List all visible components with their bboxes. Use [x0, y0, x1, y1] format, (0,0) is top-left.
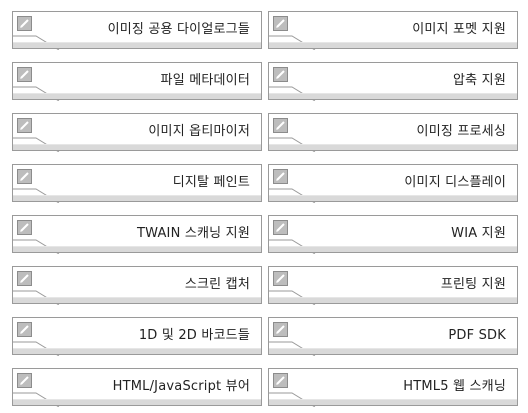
feature-card-image-formats[interactable]: 이미지 포멧 지원	[268, 11, 518, 50]
feature-label: PDF SDK	[448, 328, 506, 343]
feature-label: TWAIN 스캐닝 지원	[136, 226, 250, 241]
edit-pencil-icon	[273, 271, 288, 286]
feature-card-screen-capture[interactable]: 스크린 캡처	[12, 266, 262, 305]
card-shadow	[269, 144, 517, 150]
card-shadow	[13, 348, 261, 354]
card-shadow	[269, 195, 517, 201]
edit-pencil-icon	[273, 373, 288, 388]
feature-label: 파일 메타데이터	[160, 73, 250, 88]
feature-card-printing[interactable]: 프린팅 지원	[268, 266, 518, 305]
feature-label: 스크린 캡처	[184, 277, 250, 292]
edit-pencil-icon	[17, 16, 32, 31]
edit-pencil-icon	[273, 16, 288, 31]
feature-card-image-optimizer[interactable]: 이미지 옵티마이저	[12, 113, 262, 152]
feature-label: 디지탈 페인트	[172, 175, 250, 190]
feature-label: WIA 지원	[451, 226, 506, 241]
edit-pencil-icon	[17, 118, 32, 133]
edit-pencil-icon	[17, 169, 32, 184]
card-shadow	[13, 144, 261, 150]
edit-pencil-icon	[273, 67, 288, 82]
card-shadow	[269, 246, 517, 252]
card-shadow	[269, 348, 517, 354]
edit-pencil-icon	[273, 322, 288, 337]
feature-card-image-processing[interactable]: 이미징 프로세싱	[268, 113, 518, 152]
feature-label: 압축 지원	[453, 73, 506, 88]
card-shadow	[13, 93, 261, 99]
feature-card-digital-paint[interactable]: 디지탈 페인트	[12, 164, 262, 203]
feature-card-wia[interactable]: WIA 지원	[268, 215, 518, 254]
card-shadow	[269, 93, 517, 99]
edit-pencil-icon	[17, 322, 32, 337]
card-shadow	[269, 297, 517, 303]
card-shadow	[13, 42, 261, 48]
edit-pencil-icon	[17, 67, 32, 82]
edit-pencil-icon	[273, 118, 288, 133]
card-shadow	[269, 42, 517, 48]
edit-pencil-icon	[273, 169, 288, 184]
feature-card-html5-web-scanning[interactable]: HTML5 웹 스캐닝	[268, 368, 518, 407]
feature-grid: 이미징 공용 다이얼로그들 이미지 포멧 지원 파일 메타데이터 압축 지원 이…	[0, 0, 528, 413]
feature-card-compression[interactable]: 압축 지원	[268, 62, 518, 101]
feature-card-pdf-sdk[interactable]: PDF SDK	[268, 317, 518, 356]
feature-label: 1D 및 2D 바코드들	[138, 328, 250, 343]
feature-label: 이미징 프로세싱	[416, 124, 506, 139]
feature-label: 이미지 포멧 지원	[412, 22, 506, 37]
edit-pencil-icon	[17, 271, 32, 286]
edit-pencil-icon	[273, 220, 288, 235]
card-shadow	[13, 195, 261, 201]
feature-label: 이미지 디스플레이	[404, 175, 506, 190]
feature-card-barcodes[interactable]: 1D 및 2D 바코드들	[12, 317, 262, 356]
feature-card-file-metadata[interactable]: 파일 메타데이터	[12, 62, 262, 101]
edit-pencil-icon	[17, 373, 32, 388]
feature-card-html-js-viewer[interactable]: HTML/JavaScript 뷰어	[12, 368, 262, 407]
feature-label: 프린팅 지원	[440, 277, 506, 292]
card-shadow	[269, 399, 517, 405]
feature-label: HTML/JavaScript 뷰어	[112, 379, 250, 394]
edit-pencil-icon	[17, 220, 32, 235]
card-shadow	[13, 399, 261, 405]
card-shadow	[13, 297, 261, 303]
feature-card-image-display[interactable]: 이미지 디스플레이	[268, 164, 518, 203]
feature-label: HTML5 웹 스캐닝	[403, 379, 506, 394]
card-shadow	[13, 246, 261, 252]
feature-label: 이미지 옵티마이저	[148, 124, 250, 139]
feature-card-imaging-dialogs[interactable]: 이미징 공용 다이얼로그들	[12, 11, 262, 50]
feature-label: 이미징 공용 다이얼로그들	[107, 22, 250, 37]
feature-card-twain-scanning[interactable]: TWAIN 스캐닝 지원	[12, 215, 262, 254]
